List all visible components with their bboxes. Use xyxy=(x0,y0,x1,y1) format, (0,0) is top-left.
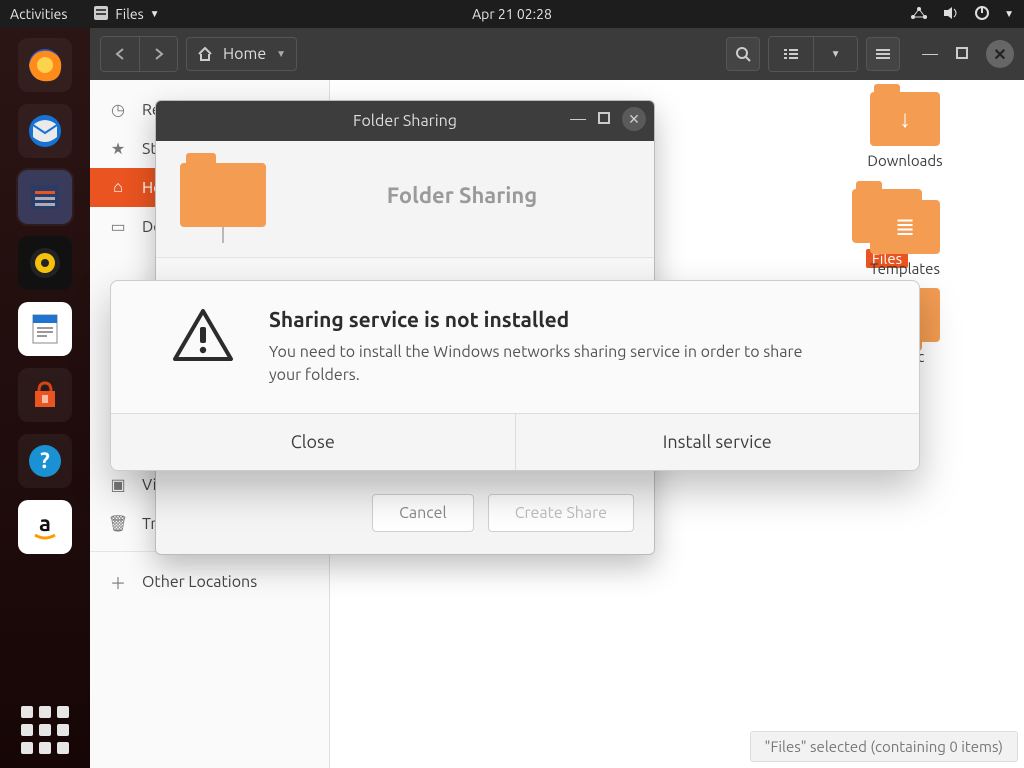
dock-firefox[interactable] xyxy=(18,38,72,92)
maximize-icon xyxy=(598,112,610,124)
folder-downloads[interactable]: ↓ Downloads xyxy=(860,92,950,169)
plus-icon: ＋ xyxy=(108,570,128,594)
folder-sharing-heading: Folder Sharing xyxy=(294,183,630,208)
alert-install-button[interactable]: Install service xyxy=(515,414,920,470)
top-panel: Activities Files ▼ Apr 21 02:28 ▼ xyxy=(0,0,1024,28)
sidebar-item-label: Other Locations xyxy=(142,573,257,591)
clock-icon: ◷ xyxy=(108,100,128,119)
power-icon[interactable] xyxy=(974,5,990,24)
back-button[interactable] xyxy=(101,37,139,71)
alert-message: You need to install the Windows networks… xyxy=(269,341,829,387)
app-menu[interactable]: Files ▼ xyxy=(93,5,159,24)
maximize-button[interactable] xyxy=(956,45,968,63)
minimize-button[interactable]: — xyxy=(922,45,938,63)
minimize-button[interactable]: — xyxy=(570,110,586,128)
status-text: "Files" selected (containing 0 items) xyxy=(765,738,1003,755)
folder-label: Downloads xyxy=(867,152,942,169)
dock-amazon[interactable]: a xyxy=(18,500,72,554)
alert-close-button[interactable]: Close xyxy=(111,414,515,470)
alert-title: Sharing service is not installed xyxy=(269,307,829,331)
maximize-button[interactable] xyxy=(598,110,610,128)
activities[interactable]: Activities xyxy=(10,6,67,22)
dock-rhythmbox[interactable] xyxy=(18,236,72,290)
warning-icon xyxy=(171,307,235,363)
dock-files[interactable] xyxy=(18,170,72,224)
forward-button[interactable] xyxy=(139,37,177,71)
close-button[interactable]: ✕ xyxy=(986,40,1014,68)
window-title: Folder Sharing xyxy=(353,112,457,130)
home-icon: ⌂ xyxy=(108,178,128,197)
system-menu-chevron-icon[interactable]: ▼ xyxy=(1004,8,1014,20)
cancel-button[interactable]: Cancel xyxy=(372,494,474,532)
search-button[interactable] xyxy=(726,37,760,71)
clock[interactable]: Apr 21 02:28 xyxy=(472,6,552,22)
status-bar: "Files" selected (containing 0 items) xyxy=(750,731,1018,762)
files-icon xyxy=(93,5,109,24)
dock-software[interactable] xyxy=(18,368,72,422)
close-button[interactable]: ✕ xyxy=(622,107,646,131)
dock-help[interactable]: ? xyxy=(18,434,72,488)
download-icon: ↓ xyxy=(870,92,940,146)
sidebar-item-other-locations[interactable]: ＋ Other Locations xyxy=(90,560,329,604)
search-icon xyxy=(735,46,751,62)
chevron-down-icon: ▼ xyxy=(831,48,841,60)
home-icon xyxy=(197,46,213,62)
hamburger-icon xyxy=(875,47,891,61)
list-icon xyxy=(783,47,799,61)
view-switcher: ▼ xyxy=(768,36,858,72)
trash-icon: 🗑 xyxy=(108,514,128,533)
path-label: Home xyxy=(223,45,266,63)
close-icon: ✕ xyxy=(628,111,640,128)
chevron-down-icon: ▼ xyxy=(150,8,160,20)
star-icon: ★ xyxy=(108,139,128,158)
videos-icon: ▣ xyxy=(108,475,128,494)
templates-icon: ≣ xyxy=(870,200,940,254)
path-bar[interactable]: Home ▼ xyxy=(186,37,297,71)
desktop-icon: ▭ xyxy=(108,217,128,236)
close-icon: ✕ xyxy=(993,45,1006,64)
folder-templates[interactable]: ≣ Templates xyxy=(860,200,950,277)
dock-writer[interactable] xyxy=(18,302,72,356)
create-share-button[interactable]: Create Share xyxy=(488,494,634,532)
install-service-dialog: Sharing service is not installed You nee… xyxy=(110,280,920,471)
hamburger-menu-button[interactable] xyxy=(866,37,900,71)
clock-label: Apr 21 02:28 xyxy=(472,6,552,22)
volume-icon[interactable] xyxy=(942,6,960,23)
chevron-down-icon: ▼ xyxy=(276,48,286,60)
chevron-left-icon xyxy=(113,47,127,61)
network-folder-icon xyxy=(180,163,266,227)
show-applications[interactable] xyxy=(21,706,69,754)
maximize-icon xyxy=(956,47,968,59)
dock-thunderbird[interactable] xyxy=(18,104,72,158)
nav-buttons xyxy=(100,36,178,72)
app-menu-label: Files xyxy=(115,6,143,22)
folder-label: Templates xyxy=(870,260,940,277)
chevron-right-icon xyxy=(152,47,166,61)
view-list-button[interactable] xyxy=(769,37,813,71)
dock: ? a xyxy=(0,28,90,768)
svg-text:a: a xyxy=(39,511,51,536)
files-toolbar: Home ▼ ▼ — ✕ xyxy=(90,28,1024,80)
svg-text:?: ? xyxy=(40,448,50,473)
network-icon[interactable] xyxy=(910,6,928,23)
folder-sharing-titlebar[interactable]: Folder Sharing — ✕ xyxy=(156,101,654,141)
activities-label: Activities xyxy=(10,6,67,22)
view-dropdown-button[interactable]: ▼ xyxy=(813,37,857,71)
